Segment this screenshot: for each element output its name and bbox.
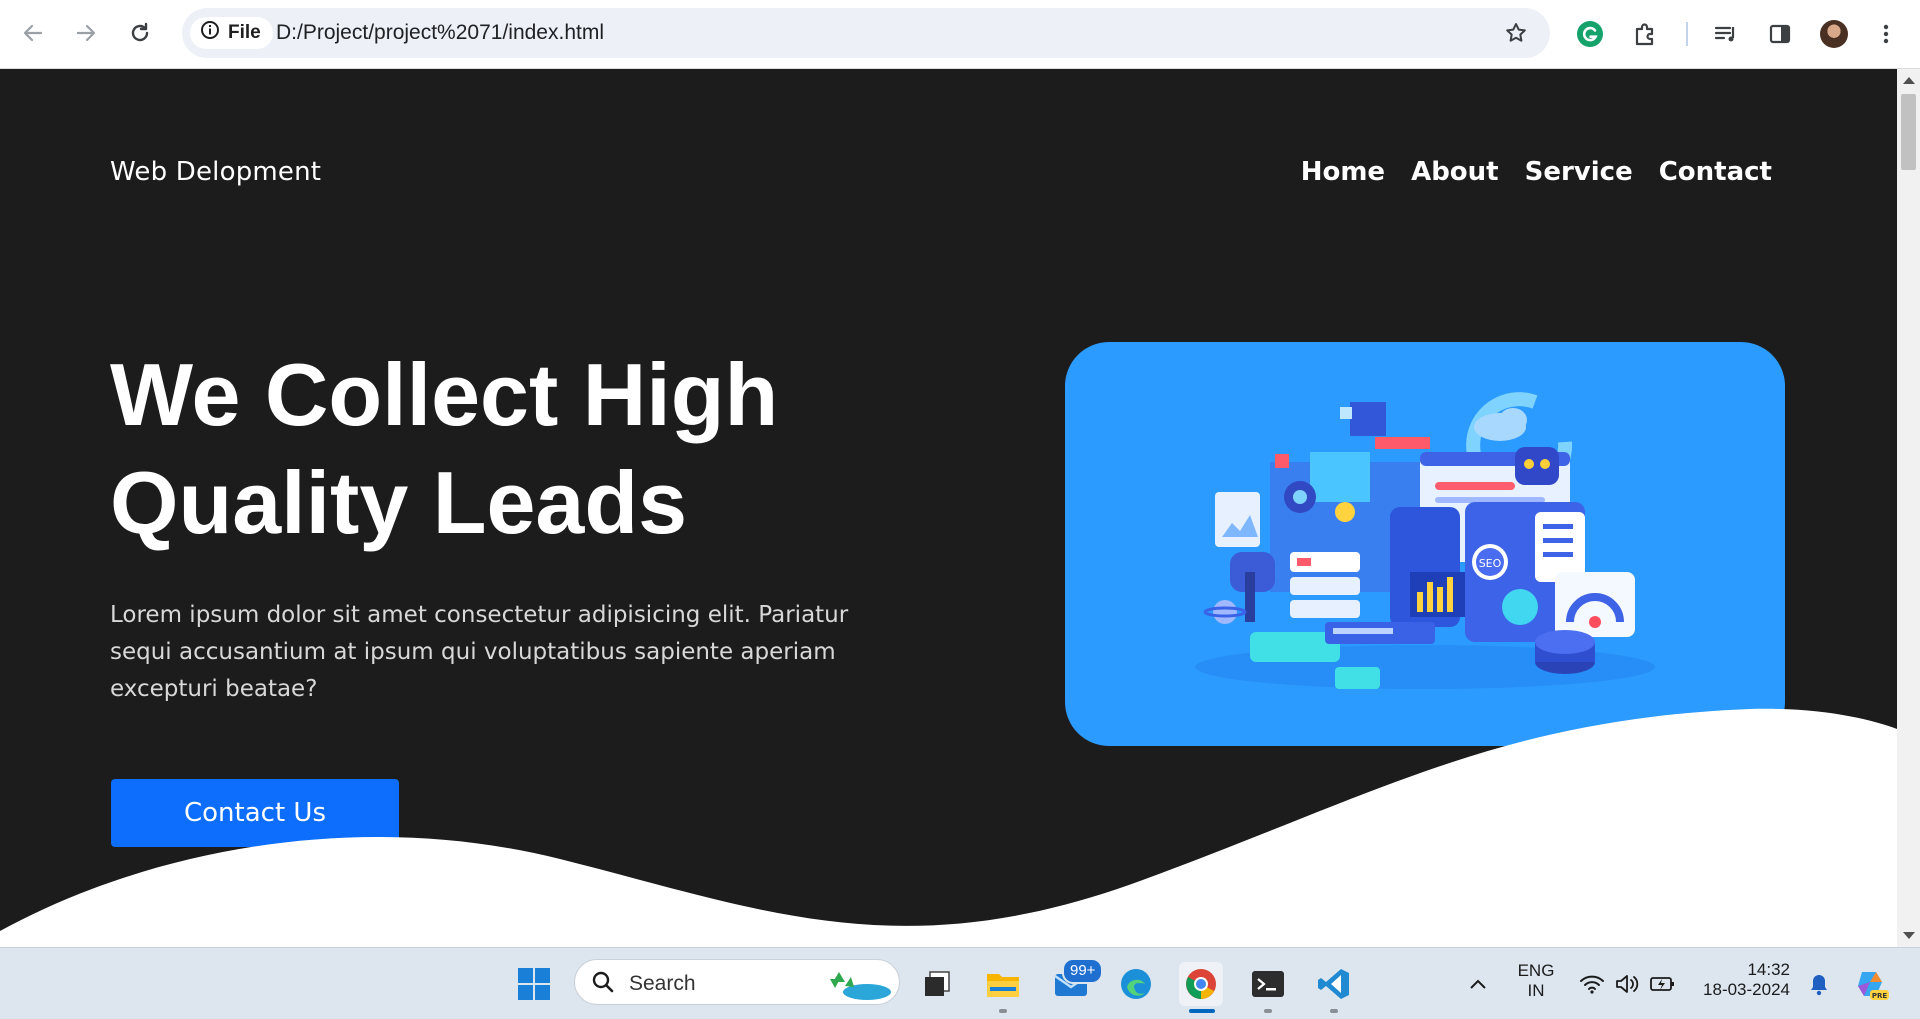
windows-taskbar: Search 99+ ENG IN 14:32 18-03-2024 PRE bbox=[0, 947, 1920, 1019]
input-language-indicator[interactable]: ENG IN bbox=[1506, 961, 1566, 1001]
language-code: ENG bbox=[1517, 961, 1555, 980]
kebab-menu-icon[interactable] bbox=[1870, 18, 1902, 50]
browser-toolbar: File D:/Project/project%2071/index.html bbox=[0, 0, 1920, 69]
side-panel-icon[interactable] bbox=[1764, 18, 1796, 50]
explorer-running-indicator bbox=[999, 1009, 1007, 1013]
clock-time: 14:32 bbox=[1747, 960, 1790, 979]
bookmark-star-icon[interactable] bbox=[1504, 21, 1528, 49]
profile-avatar[interactable] bbox=[1818, 18, 1850, 50]
terminal-running-indicator bbox=[1264, 1009, 1272, 1013]
terminal-icon[interactable] bbox=[1246, 962, 1290, 1006]
copilot-icon[interactable]: PRE bbox=[1850, 962, 1894, 1006]
edge-browser-icon[interactable] bbox=[1114, 962, 1158, 1006]
forward-arrow-icon[interactable] bbox=[70, 17, 102, 49]
file-explorer-icon[interactable] bbox=[981, 962, 1025, 1006]
notification-bell-icon[interactable] bbox=[1797, 962, 1841, 1006]
show-hidden-icons-chevron-icon[interactable] bbox=[1456, 962, 1500, 1006]
web-page: Web Delopment Home About Service Contact… bbox=[0, 69, 1897, 947]
back-arrow-icon[interactable] bbox=[17, 17, 49, 49]
search-icon bbox=[591, 970, 615, 999]
url-text[interactable]: D:/Project/project%2071/index.html bbox=[276, 21, 604, 45]
battery-charging-icon[interactable] bbox=[1641, 962, 1685, 1006]
clock-date: 18-03-2024 bbox=[1703, 980, 1790, 999]
reload-icon[interactable] bbox=[124, 17, 156, 49]
windows-start-icon[interactable] bbox=[512, 962, 556, 1006]
bottom-wave-decoration bbox=[0, 708, 1897, 947]
taskbar-search[interactable]: Search bbox=[574, 959, 900, 1005]
chrome-active-indicator bbox=[1189, 1009, 1215, 1013]
scroll-down-arrow[interactable] bbox=[1903, 932, 1915, 939]
svg-text:PRE: PRE bbox=[1872, 992, 1888, 1000]
toolbar-separator bbox=[1686, 22, 1688, 46]
scroll-thumb[interactable] bbox=[1901, 94, 1916, 170]
chip-label: File bbox=[228, 22, 261, 43]
extensions-puzzle-icon[interactable] bbox=[1629, 18, 1661, 50]
page-scrollbar[interactable] bbox=[1897, 69, 1920, 947]
vscode-icon[interactable] bbox=[1312, 962, 1356, 1006]
task-view-icon[interactable] bbox=[915, 962, 959, 1006]
search-placeholder: Search bbox=[629, 972, 696, 995]
language-region: IN bbox=[1527, 981, 1545, 1000]
recycle-bin-icon bbox=[825, 966, 891, 1005]
info-icon bbox=[200, 20, 220, 46]
scroll-up-arrow[interactable] bbox=[1903, 77, 1915, 84]
clock[interactable]: 14:32 18-03-2024 bbox=[1690, 960, 1790, 1000]
reading-list-icon[interactable] bbox=[1710, 18, 1742, 50]
grammarly-icon[interactable] bbox=[1574, 18, 1606, 50]
address-bar[interactable]: File D:/Project/project%2071/index.html bbox=[182, 8, 1550, 58]
site-info-chip[interactable]: File bbox=[190, 17, 273, 49]
chrome-taskbar-icon[interactable] bbox=[1179, 962, 1223, 1006]
mail-unread-badge: 99+ bbox=[1062, 958, 1104, 984]
vscode-running-indicator bbox=[1330, 1009, 1338, 1013]
